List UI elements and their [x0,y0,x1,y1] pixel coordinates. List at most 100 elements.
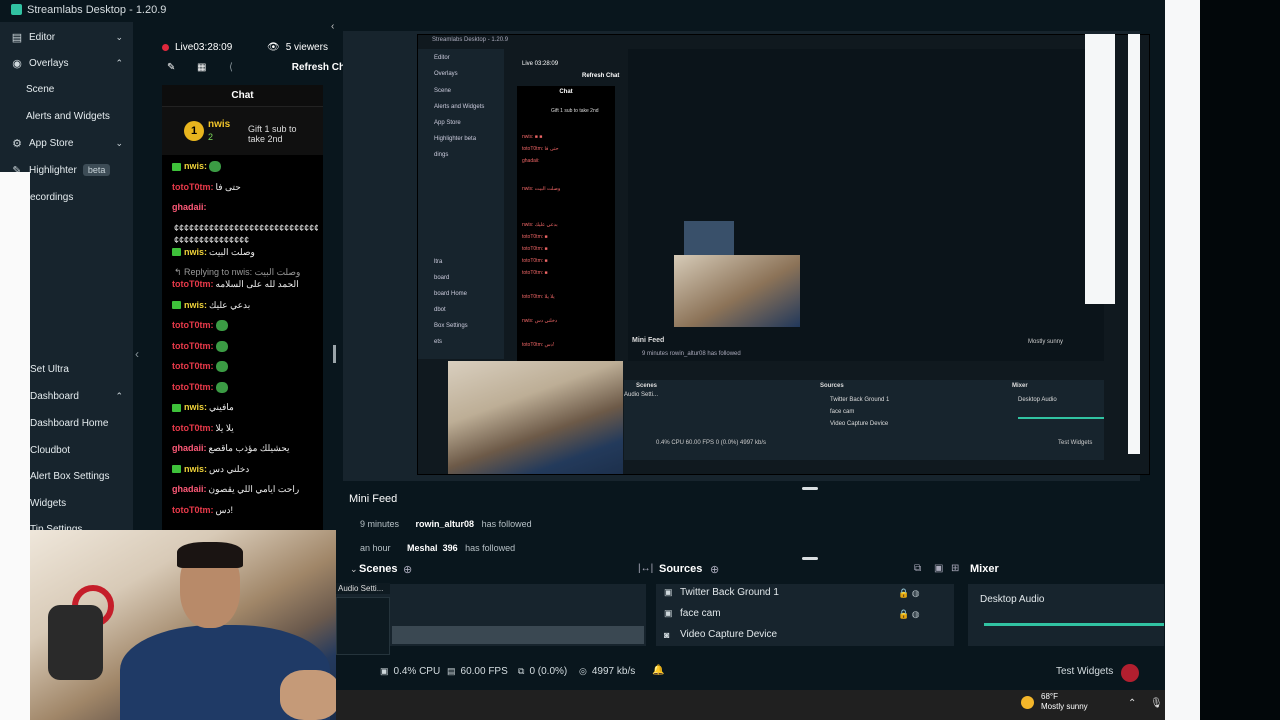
sidebar-item-alert-box-settings[interactable]: Alert Box Settings [30,471,109,482]
test-widgets-button[interactable]: Test Widgets [1056,666,1113,677]
inner-sidebar-item: Highlighter beta [434,136,477,142]
feed-user[interactable]: Meshal_396 [407,543,458,551]
mini-feed-panel: Mini Feed 9 minutes rowin_altur08 has fo… [343,490,1164,553]
chat-username[interactable]: totoT0tm: [172,182,214,192]
sidebar-item-overlays[interactable]: ◉ Overlays ⌃ [0,51,133,75]
live-dot-icon [162,44,169,51]
visibility-icon[interactable]: ◍ [912,609,920,619]
chat-message: ¢¢¢¢¢¢¢¢¢¢¢¢¢¢¢ [172,235,318,245]
inner-source-item: face cam [830,409,855,415]
chevron-left-icon[interactable]: ‹ [331,21,334,32]
sub-badge-icon [172,248,181,257]
sidebar-item-cloudbot[interactable]: Cloudbot [30,445,70,456]
dropped-frames-icon: ⧉ [518,666,525,676]
inner-sidebar-item: Scene [434,88,452,94]
chat-text: ¢¢¢¢¢¢¢¢¢¢¢¢¢¢¢ [174,234,250,245]
sidebar-item-label: Dashboard [30,390,79,402]
inner-chat: Chat Gift 1 sub to take 2nd nwis: ■ ■ to… [517,86,615,376]
visibility-icon[interactable]: ◍ [912,588,920,598]
chat-username[interactable]: totoT0tm: [172,382,214,392]
fps-stat: ▤ 60.00 FPS [447,666,508,677]
chat-message: nwis: بدعي عليك [172,300,318,311]
scene-item-selected[interactable] [392,626,644,644]
sidebar-item-widgets[interactable]: Widgets [30,498,66,509]
chat-username[interactable]: totoT0tm: [172,279,214,289]
inner-mini-feed-title: Mini Feed [632,337,665,344]
chat-message: ghadaii: يحشيلك مؤذب ماقصع [172,443,318,454]
inner-feed-row: 9 minutes rowin_altur08 has followed [642,351,741,357]
share-icon[interactable]: ⟨ [229,62,233,73]
inner-sidebar-item: Overlays [434,71,458,77]
feed-user[interactable]: rowin_altur08 [416,519,475,529]
source-item[interactable]: ▣ face cam [664,608,721,619]
chat-username[interactable]: ghadaii: [172,443,207,453]
source-group-icon[interactable]: ⧉ [914,563,921,574]
inner-chat-line: totoT0tm: يلا يلا [522,294,555,300]
chevron-left-icon[interactable]: ‹ [135,347,139,361]
chat-username[interactable]: totoT0tm: [172,505,214,515]
source-folder-icon[interactable]: ▣ [934,563,943,574]
add-scene-icon[interactable]: ⊕ [403,563,412,576]
chat-message: nwis: وصلت البيت [172,247,318,258]
notification-bell-icon[interactable]: 🔔 [652,665,664,676]
chat-message: totoT0tm: [172,361,318,373]
lock-icon[interactable]: 🔒 [898,609,909,619]
sidebar-item-editor[interactable]: ▤ Editor ⌄ [0,25,133,49]
sidebar-item-alerts-widgets[interactable]: Alerts and Widgets [26,111,110,122]
chat-text: يحشيلك مؤذب ماقصع [208,443,290,453]
chat-username[interactable]: nwis: [184,161,207,171]
chat-text: دخلني دس [209,463,250,474]
edit-icon[interactable]: ✎ [167,62,175,73]
chat-username[interactable]: ghadaii: [172,484,207,494]
sidebar-item-scene[interactable]: Scene [26,84,54,95]
record-button[interactable] [1121,664,1139,682]
chat-toolbar: ✎ ▦ ⟨ Refresh Chat [167,62,354,76]
emote-icon [215,361,228,373]
bitrate-label: 4997 kb/s [591,666,636,677]
chat-username[interactable]: totoT0tm: [172,341,214,351]
inner-chat-line: totoT0tm: ■ [522,258,548,264]
sub-badge-icon [172,403,181,412]
chat-message: totoT0tm: حتى فا [172,182,318,193]
inner-sidebar-item: ltra [434,259,443,265]
chat-username[interactable]: totoT0tm: [172,361,214,371]
inner-sidebar-item: Box Settings [434,323,468,329]
chat-resize-handle[interactable] [333,345,336,363]
lock-icon[interactable]: 🔒 [898,588,909,598]
chat-username[interactable]: nwis: [184,300,207,310]
source-item[interactable]: ▣ Twitter Back Ground 1 [664,587,779,598]
moderation-icon[interactable]: ▦ [197,62,206,73]
chevron-up-icon: ⌃ [115,57,123,68]
emote-icon [215,340,228,352]
chevron-down-icon[interactable]: ⌄ [350,564,358,575]
scenes-title: Scenes [359,563,398,575]
inner-refresh: Refresh Chat [582,73,620,79]
desktop-audio-level-bar[interactable] [984,623,1164,626]
chat-username[interactable]: totoT0tm: [172,423,214,433]
background-edge [1200,0,1280,720]
chat-username[interactable]: nwis: [184,402,207,412]
sidebar-item-app-store[interactable]: ⚙ App Store ⌄ [0,131,133,155]
sidebar-item-label: Editor [29,31,56,43]
viewers-label: 5 viewers [285,42,328,53]
tray-expand-icon[interactable]: ⌃ [1128,698,1136,709]
weather-widget[interactable]: 68°F Mostly sunny [1021,692,1088,712]
sidebar-item-dashboard-home[interactable]: Dashboard Home [30,418,108,429]
sidebar-item-set-ultra[interactable]: Set Ultra [30,364,69,375]
inner-live: Live 03:28:09 [522,61,559,67]
status-bar: ▣ 0.4% CPU ▤ 60.00 FPS ⧉ 0 (0.0%) ◎ 4997… [336,657,1164,687]
inner-chat-line: nwis: ■ ■ [522,134,543,140]
chat-username[interactable]: nwis: [184,464,207,474]
source-item[interactable]: ◙ Video Capture Device [664,629,777,640]
scene-transition-icon[interactable]: |↔| [638,563,653,574]
chat-username[interactable]: nwis: [184,247,207,257]
inner-sidebar-item: ets [434,339,443,345]
microphone-icon[interactable]: 🎙 [1150,698,1163,709]
sidebar-item-recordings[interactable]: ecordings [30,192,73,203]
chat-username[interactable]: ghadaii: [172,202,207,212]
add-source-icon[interactable]: ⊕ [710,563,719,576]
chat-username[interactable]: totoT0tm: [172,320,214,330]
source-add-folder-icon[interactable]: ⊞ [951,563,959,574]
chat-text: مافيني [209,402,234,412]
sources-title: Sources [659,563,703,575]
